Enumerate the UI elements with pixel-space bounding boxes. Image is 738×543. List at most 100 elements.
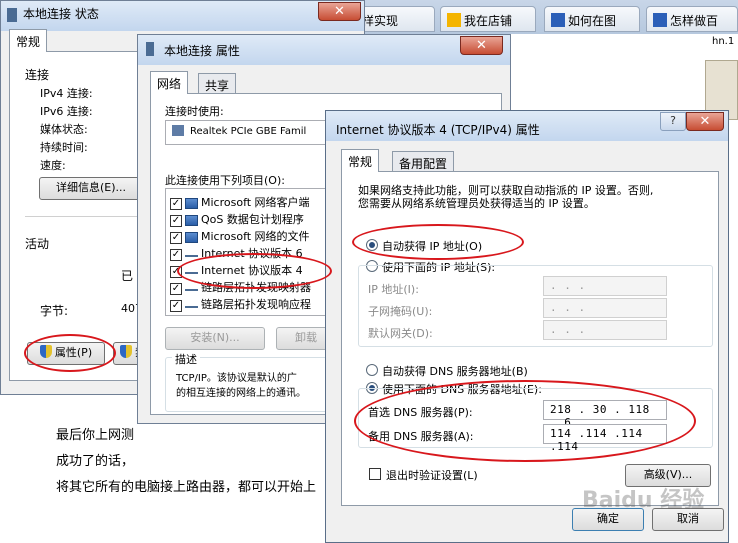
details-button[interactable]: 详细信息(E)... [39, 177, 143, 200]
tab-alternate-config[interactable]: 备用配置 [392, 151, 455, 172]
checkbox[interactable]: ✓ [170, 300, 182, 312]
close-icon[interactable]: ✕ [460, 36, 503, 55]
browser-tab-1[interactable]: 样实现 [355, 6, 435, 32]
protocol-icon [185, 251, 198, 257]
list-item-label: 链路层拓扑发现响应程 [201, 298, 311, 311]
checkbox[interactable]: ✓ [170, 283, 182, 295]
gateway-field[interactable]: . . . [543, 320, 667, 340]
checkbox[interactable]: ✓ [170, 232, 182, 244]
ip-address-field[interactable]: . . . [543, 276, 667, 296]
tab-label: 常规 [16, 35, 41, 49]
alternate-dns-field[interactable]: 114 .114 .114 .114 [543, 424, 667, 453]
browser-tab-2[interactable]: 我在店铺 [440, 6, 536, 32]
status-titlebar: 本地连接 状态 ✕ [1, 1, 364, 31]
tab-network[interactable]: 网络 [150, 71, 189, 94]
speed-label: 速度: [40, 159, 66, 172]
protocol-icon [185, 302, 198, 308]
description-label: 描述 [172, 351, 200, 367]
list-item-label: Microsoft 网络客户端 [201, 196, 310, 209]
adapter-box: Realtek PCIe GBE Famil [165, 120, 335, 145]
auto-ip-radio[interactable] [366, 239, 378, 251]
ipv4-conn-label: IPv4 连接: [40, 87, 93, 100]
list-item[interactable]: ✓ QoS 数据包计划程序 [170, 211, 304, 227]
shield-icon [120, 345, 132, 358]
gateway-label: 默认网关(D): [368, 327, 433, 340]
browser-tab-label: 我在店铺 [464, 14, 513, 28]
browser-corner-text: hn.1 [712, 36, 735, 47]
validate-checkbox[interactable] [369, 468, 381, 480]
tab-label: 备用配置 [399, 157, 448, 171]
browser-tab-icon [447, 13, 461, 27]
preferred-dns-label: 首选 DNS 服务器(P): [368, 406, 473, 419]
adapter-icon [172, 125, 184, 136]
protocol-icon [185, 285, 198, 291]
tab-sharing[interactable]: 共享 [198, 73, 237, 94]
properties-title: 本地连接 属性 [164, 44, 240, 58]
description-line-1: TCP/IP。该协议是默认的广 [176, 373, 297, 384]
network-icon [146, 42, 154, 56]
shield-icon [39, 345, 52, 358]
list-item-label: QoS 数据包计划程序 [201, 213, 304, 226]
list-item[interactable]: ✓ Internet 协议版本 6 [170, 245, 303, 261]
auto-dns-radio[interactable] [366, 364, 378, 376]
checkbox[interactable]: ✓ [170, 198, 182, 210]
article-line-1: 最后你上网测 [56, 428, 135, 443]
activity-section-label: 活动 [25, 237, 50, 251]
baidu-watermark: Baidu 经验 [582, 488, 705, 513]
ipv4-titlebar: Internet 协议版本 4 (TCP/IPv4) 属性 ? ✕ [326, 111, 728, 141]
list-item-label: Internet 协议版本 6 [201, 247, 303, 260]
checkbox[interactable]: ✓ [170, 266, 182, 278]
browser-tab-label: 样实现 [362, 14, 399, 28]
properties-button[interactable]: 属性(P) [27, 342, 105, 365]
close-icon[interactable]: ✕ [318, 2, 361, 21]
help-icon[interactable]: ? [660, 112, 686, 131]
list-item[interactable]: ✓ Microsoft 网络的文件 [170, 228, 310, 244]
install-button[interactable]: 安装(N)... [165, 327, 265, 350]
media-state-label: 媒体状态: [40, 123, 88, 136]
tab-label: 共享 [205, 79, 230, 93]
protocol-icon [185, 268, 198, 274]
article-line-3: 将其它所有的电脑接上路由器，都可以开始上 [56, 480, 317, 495]
items-label: 此连接使用下列项目(O): [165, 174, 285, 187]
properties-titlebar: 本地连接 属性 ✕ [138, 35, 510, 65]
auto-dns-label[interactable]: 自动获得 DNS 服务器地址(B) [382, 363, 528, 379]
ipv4-window: Internet 协议版本 4 (TCP/IPv4) 属性 ? ✕ 常规 备用配… [325, 110, 729, 543]
bytes-label: 字节: [40, 304, 69, 318]
items-list: ✓ Microsoft 网络客户端 ✓ QoS 数据包计划程序 ✓ Microsoft… [165, 188, 335, 316]
connection-section-label: 连接 [25, 68, 50, 82]
list-item[interactable]: ✓ 链路层拓扑发现映射器 [170, 279, 311, 295]
tab-label: 网络 [157, 77, 182, 91]
checkbox[interactable]: ✓ [170, 215, 182, 227]
divider [25, 216, 140, 217]
close-icon[interactable]: ✕ [686, 112, 724, 131]
duration-label: 持续时间: [40, 141, 88, 154]
connect-using-label: 连接时使用: [165, 105, 224, 118]
client-icon [185, 197, 198, 209]
tab-label: 常规 [348, 155, 373, 169]
auto-ip-label[interactable]: 自动获得 IP 地址(O) [382, 238, 482, 254]
service-icon [185, 231, 198, 243]
tab-status-general[interactable]: 常规 [9, 29, 48, 52]
adapter-name: Realtek PCIe GBE Famil [190, 126, 307, 137]
list-item[interactable]: ✓ 链路层拓扑发现响应程 [170, 296, 311, 312]
list-item-label: 链路层拓扑发现映射器 [201, 281, 311, 294]
list-item-label: Internet 协议版本 4 [201, 264, 303, 277]
browser-tab-3[interactable]: 如何在图 [544, 6, 640, 32]
status-title: 本地连接 状态 [23, 7, 99, 21]
validate-label[interactable]: 退出时验证设置(L) [386, 467, 478, 483]
browser-tab-4[interactable]: 怎样做百 [646, 6, 738, 32]
list-item[interactable]: ✓ Microsoft 网络客户端 [170, 194, 310, 210]
preferred-dns-field[interactable]: 218 . 30 . 118 . 6 [543, 400, 667, 429]
paw-icon [551, 13, 565, 27]
description-line-2: 的相互连接的网络上的通讯。 [176, 388, 306, 399]
list-item-selected[interactable]: ✓ Internet 协议版本 4 [170, 262, 303, 278]
paw-icon [653, 13, 667, 27]
checkbox[interactable]: ✓ [170, 249, 182, 261]
tab-general[interactable]: 常规 [341, 149, 380, 172]
intro-line-2: 您需要从网络系统管理员处获得适当的 IP 设置。 [358, 197, 595, 210]
article-line-2: 成功了的话， [56, 454, 135, 469]
browser-tab-label: 如何在图 [568, 14, 617, 28]
subnet-field[interactable]: . . . [543, 298, 667, 318]
ipv6-conn-label: IPv6 连接: [40, 105, 93, 118]
sent-label: 已 [121, 269, 134, 283]
